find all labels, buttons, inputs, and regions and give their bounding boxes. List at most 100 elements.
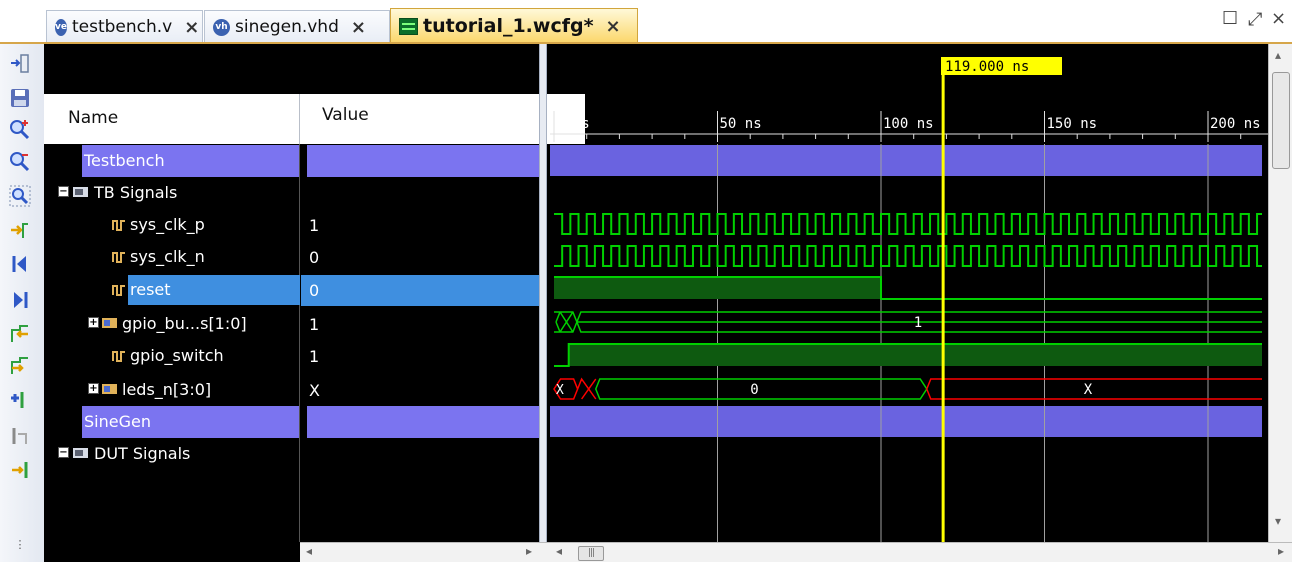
tick-label: 0 ns xyxy=(556,116,590,132)
save-icon[interactable] xyxy=(6,84,34,112)
row-testbench-value xyxy=(307,145,539,177)
zoom-fit-icon[interactable] xyxy=(6,182,34,210)
group-icon xyxy=(73,187,88,197)
row-label: reset xyxy=(130,280,171,299)
sinegen-divider-band xyxy=(550,406,1262,437)
row-reset-name[interactable]: reset xyxy=(44,274,300,306)
close-icon[interactable]: × xyxy=(606,16,621,37)
next-transition-icon[interactable] xyxy=(6,352,34,380)
tab-testbench[interactable]: ve testbench.v × xyxy=(46,10,203,43)
sys-clk-n-waveform xyxy=(554,245,1262,267)
row-label: Testbench xyxy=(84,151,165,170)
scroll-down-arrow[interactable]: ▾ xyxy=(1275,514,1281,528)
editor-tab-bar: ve testbench.v × vh sinegen.vhd × tutori… xyxy=(0,0,1292,43)
row-gpio-buttons-name[interactable]: + gpio_bu...s[1:0] xyxy=(44,308,300,340)
row-label: SineGen xyxy=(84,412,151,431)
go-to-last-time-icon[interactable] xyxy=(6,286,34,314)
collapse-icon[interactable]: − xyxy=(58,186,69,197)
waveform-hscroll[interactable]: ◂ ||| ▸ xyxy=(550,542,1292,562)
tab-sinegen[interactable]: vh sinegen.vhd × xyxy=(204,10,390,43)
row-tb-signals-name[interactable]: − TB Signals xyxy=(44,177,300,209)
go-to-cursor-icon[interactable] xyxy=(6,216,34,244)
row-gpio-switch-name[interactable]: gpio_switch xyxy=(44,340,300,372)
scroll-left-arrow[interactable]: ◂ xyxy=(306,544,312,558)
tick-label: 150 ns xyxy=(1047,116,1098,132)
previous-marker-icon[interactable] xyxy=(6,422,34,450)
row-label: TB Signals xyxy=(94,183,178,202)
expand-icon[interactable]: + xyxy=(88,383,99,394)
bus-icon xyxy=(102,384,117,394)
row-reset-value: 0 xyxy=(301,275,539,306)
waveform-toolbar: ⋮ xyxy=(0,44,45,562)
leds-n-waveform: X 0 X xyxy=(553,377,1262,400)
gpio-bus-value-label: 1 xyxy=(914,315,922,331)
signal-icon xyxy=(112,220,125,231)
row-sinegen-value xyxy=(307,406,539,438)
close-icon[interactable]: × xyxy=(184,17,199,38)
row-label: DUT Signals xyxy=(94,444,191,463)
value-text: X xyxy=(309,381,320,400)
pane-splitter[interactable] xyxy=(539,44,547,562)
tab-label: tutorial_1.wcfg* xyxy=(423,15,594,37)
zoom-in-icon[interactable] xyxy=(6,116,34,144)
bus-icon xyxy=(102,318,117,328)
value-text: 0 xyxy=(309,281,320,300)
signal-icon xyxy=(112,252,125,263)
hscroll-thumb[interactable]: ||| xyxy=(578,546,604,561)
verilog-file-icon: ve xyxy=(55,18,67,36)
group-icon xyxy=(73,448,88,458)
row-sys-clk-n-name[interactable]: sys_clk_n xyxy=(44,241,300,273)
row-leds-n-name[interactable]: + leds_n[3:0] xyxy=(44,374,300,406)
testbench-divider-band xyxy=(550,145,1262,176)
zoom-out-icon[interactable] xyxy=(6,148,34,176)
tick-label: 200 ns xyxy=(1210,116,1261,132)
signal-icon xyxy=(112,351,125,362)
row-sys-clk-p-name[interactable]: sys_clk_p xyxy=(44,209,300,241)
vhdl-file-icon: vh xyxy=(213,18,230,36)
next-marker-icon[interactable] xyxy=(6,456,34,484)
tick-label: 100 ns xyxy=(883,116,934,132)
value-hscroll[interactable]: ◂ ▸ xyxy=(300,542,585,562)
row-label: sys_clk_n xyxy=(130,247,205,266)
previous-transition-icon[interactable] xyxy=(6,320,34,348)
name-column-header[interactable]: Name xyxy=(44,94,300,144)
scroll-right-arrow[interactable]: ▸ xyxy=(1278,544,1284,558)
collapse-icon[interactable]: − xyxy=(58,447,69,458)
leds-x-glyph: X xyxy=(556,383,564,398)
value-header-label: Value xyxy=(322,105,369,125)
leds-value-label-x: X xyxy=(1084,382,1093,398)
value-text: 1 xyxy=(309,315,320,334)
value-text: 1 xyxy=(309,347,320,366)
row-label: gpio_bu...s[1:0] xyxy=(122,314,247,333)
maximize-icon[interactable]: ☐ xyxy=(1222,8,1238,29)
waveform-window: Name Value Testbench − TB Signals sys_cl… xyxy=(44,44,1292,562)
expand-icon[interactable]: + xyxy=(88,317,99,328)
go-to-time-zero-icon[interactable] xyxy=(6,250,34,278)
row-testbench-name[interactable]: Testbench xyxy=(82,145,299,177)
signal-icon xyxy=(112,285,125,296)
row-dut-signals-name[interactable]: − DUT Signals xyxy=(44,438,300,470)
leds-value-label-0: 0 xyxy=(750,382,758,398)
toolbar-overflow-icon[interactable]: ⋮ xyxy=(6,534,34,554)
gpio-buttons-waveform: 1 xyxy=(554,311,1262,333)
name-hscroll-area xyxy=(44,542,300,562)
row-sinegen-name[interactable]: SineGen xyxy=(82,406,299,438)
close-window-icon[interactable]: × xyxy=(1271,8,1286,29)
waveform-vscroll[interactable]: ▴ ▾ xyxy=(1268,44,1292,542)
waveform-canvas[interactable]: 119.000 ns 0 ns 50 ns 100 ns 150 ns 200 ns xyxy=(550,44,1268,542)
scroll-up-arrow[interactable]: ▴ xyxy=(1275,48,1281,62)
cursor-label[interactable]: 119.000 ns xyxy=(941,57,1062,75)
vscroll-thumb[interactable] xyxy=(1272,72,1290,169)
scroll-left-arrow[interactable]: ◂ xyxy=(556,544,562,558)
add-marker-icon[interactable] xyxy=(6,386,34,414)
reset-waveform xyxy=(554,276,1262,300)
expand-panel-icon[interactable] xyxy=(6,50,34,78)
row-label: leds_n[3:0] xyxy=(122,380,212,399)
tab-tutorial-wcfg[interactable]: tutorial_1.wcfg* × xyxy=(390,8,638,43)
restore-icon[interactable]: ⤢ xyxy=(1248,9,1262,30)
tick-label: 50 ns xyxy=(720,116,762,132)
scroll-right-arrow[interactable]: ▸ xyxy=(526,544,532,558)
value-text: 1 xyxy=(309,216,320,235)
timeline-ruler[interactable]: 0 ns 50 ns 100 ns 150 ns 200 ns xyxy=(550,111,1268,142)
close-icon[interactable]: × xyxy=(351,17,366,38)
